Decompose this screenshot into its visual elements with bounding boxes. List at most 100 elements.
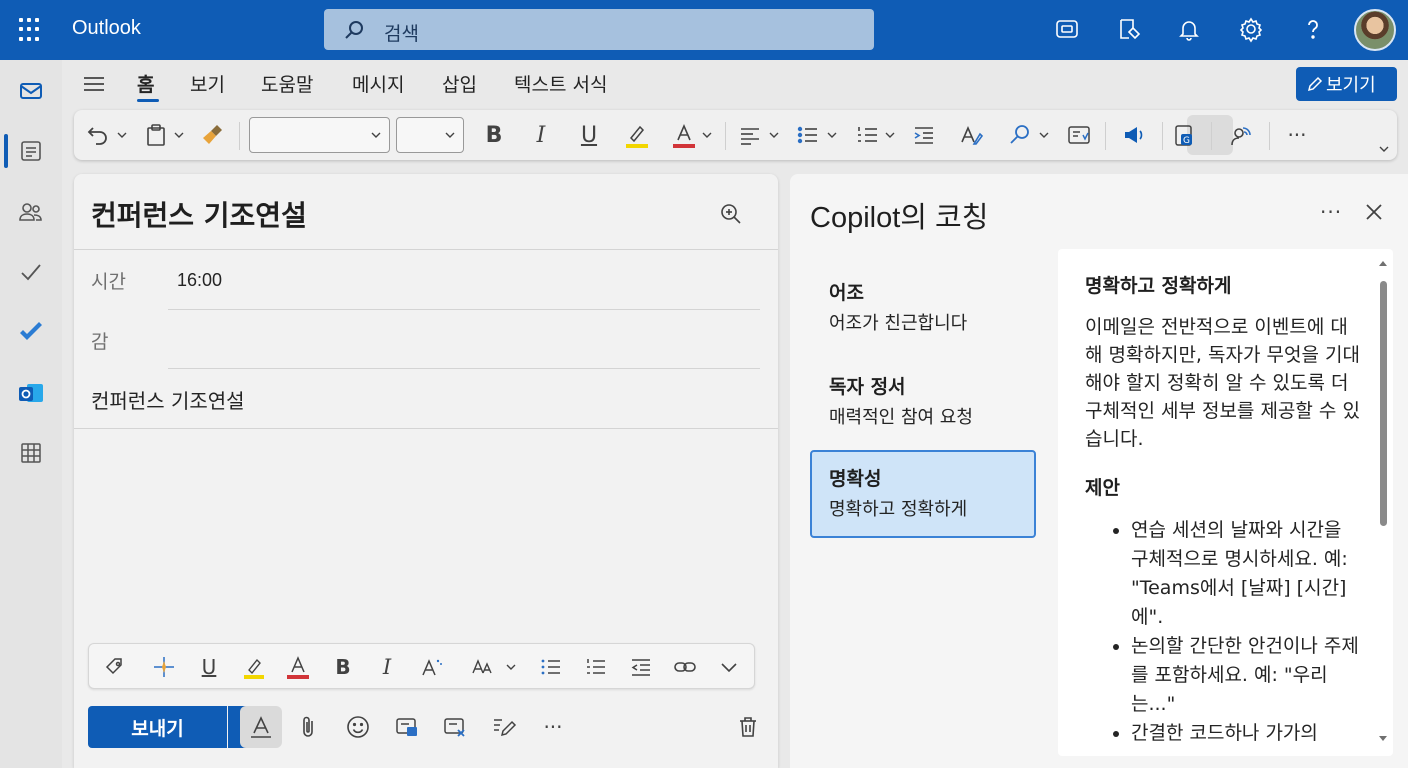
hamburger-menu-icon[interactable] <box>82 74 106 94</box>
people-icon[interactable] <box>17 198 45 226</box>
signature-icon[interactable] <box>389 710 425 744</box>
meet-now-icon[interactable] <box>1053 15 1081 43</box>
indent-icon[interactable] <box>910 120 938 150</box>
format-font-color-icon[interactable] <box>284 653 312 681</box>
calendar-grid-icon[interactable] <box>17 439 45 467</box>
format-italic-button[interactable]: I <box>373 653 401 681</box>
settings-gear-icon[interactable] <box>1237 15 1265 43</box>
copilot-draft-icon[interactable] <box>101 653 129 681</box>
delete-trash-icon[interactable] <box>730 710 766 744</box>
coaching-item-title: 명확성 <box>829 468 882 490</box>
message-body[interactable]: 컨퍼런스 기조연설 <box>91 385 245 414</box>
chevron-down-icon[interactable] <box>702 130 712 140</box>
tab-insert[interactable]: 삽입 <box>442 70 477 97</box>
suggestions-heading: 제안 <box>1085 477 1120 499</box>
font-color-icon[interactable] <box>670 120 698 150</box>
chevron-down-icon[interactable] <box>506 662 516 672</box>
coaching-item-title: 독자 정서 <box>829 376 906 398</box>
font-size-icon[interactable] <box>469 653 497 681</box>
tasks-check-icon[interactable] <box>17 258 45 286</box>
notes-icon[interactable] <box>17 137 45 165</box>
scroll-up-arrow-icon[interactable] <box>1378 259 1388 267</box>
underline-button[interactable]: U <box>575 120 603 150</box>
tab-help[interactable]: 도움말 <box>261 70 313 97</box>
undo-icon[interactable] <box>84 120 112 150</box>
ribbon-more-button[interactable]: ··· <box>1280 120 1314 150</box>
italic-button[interactable]: I <box>527 120 555 150</box>
font-family-dropdown[interactable] <box>249 117 390 153</box>
numbering-icon[interactable] <box>854 120 882 150</box>
mail-icon[interactable] <box>17 77 45 105</box>
highlight-icon[interactable] <box>622 120 650 150</box>
compose-more-button[interactable]: ··· <box>535 710 571 744</box>
app-name[interactable]: Outlook <box>72 17 141 40</box>
whats-new-icon[interactable] <box>1115 15 1143 43</box>
attach-icon[interactable] <box>291 710 327 744</box>
close-icon[interactable] <box>1363 201 1385 223</box>
copilot-title: Copilot의 코칭 <box>810 202 989 234</box>
send-button[interactable]: 보내기 <box>88 706 227 748</box>
divider <box>168 368 760 369</box>
outlook-app-icon[interactable] <box>17 379 45 407</box>
subject-title[interactable]: 컨퍼런스 기조연설 <box>91 194 307 234</box>
ribbon-expand-chevron-icon[interactable] <box>1379 144 1389 154</box>
chevron-down-icon[interactable] <box>117 130 127 140</box>
bullets-icon[interactable] <box>794 120 822 150</box>
format-highlight-icon[interactable] <box>240 653 268 681</box>
format-text-toggle-icon[interactable] <box>243 710 279 744</box>
scroll-down-arrow-icon[interactable] <box>1378 735 1388 743</box>
time-value[interactable]: 16:00 <box>177 270 222 291</box>
compose-pane: 컨퍼런스 기조연설 시간 16:00 감 컨퍼런스 기조연설 U B I 보내기… <box>74 174 778 768</box>
loop-component-icon[interactable]: G <box>1170 120 1198 150</box>
scroll-thumb[interactable] <box>1380 281 1387 526</box>
view-button[interactable]: 보기기 <box>1296 67 1397 101</box>
tab-format-text[interactable]: 텍스트 서식 <box>514 70 607 97</box>
dictate-icon[interactable] <box>1120 120 1148 150</box>
editor-icon[interactable] <box>1065 120 1093 150</box>
chevron-down-icon[interactable] <box>827 130 837 140</box>
ribbon-divider <box>1211 122 1212 150</box>
user-avatar[interactable] <box>1354 9 1396 51</box>
format-painter-icon[interactable] <box>200 120 228 150</box>
chevron-down-icon[interactable] <box>769 130 779 140</box>
chevron-down-icon[interactable] <box>1039 130 1049 140</box>
chevron-down-icon <box>445 132 455 138</box>
format-outdent-icon[interactable] <box>627 653 655 681</box>
search-box[interactable]: 검색 <box>324 9 874 50</box>
link-icon[interactable] <box>671 653 699 681</box>
chevron-down-icon[interactable] <box>174 130 184 140</box>
tab-view[interactable]: 보기 <box>190 70 225 97</box>
format-bullets-icon[interactable] <box>537 653 565 681</box>
clipboard-icon[interactable] <box>142 120 170 150</box>
find-icon[interactable] <box>1006 120 1034 150</box>
font-size-dropdown[interactable] <box>396 117 464 153</box>
styles-icon[interactable] <box>958 120 986 150</box>
format-underline-button[interactable]: U <box>195 653 223 681</box>
text-effects-icon[interactable] <box>418 653 446 681</box>
search-placeholder: 검색 <box>384 23 419 45</box>
tab-message[interactable]: 메시지 <box>352 70 404 97</box>
emoji-icon[interactable] <box>340 710 376 744</box>
coaching-item-tone[interactable]: 어조 어조가 친근합니다 <box>810 264 1036 352</box>
format-expand-chevron-icon[interactable] <box>715 653 743 681</box>
zoom-in-icon[interactable] <box>719 202 743 226</box>
coaching-item-reader-sentiment[interactable]: 독자 정서 매력적인 참여 요청 <box>810 358 1036 446</box>
rewrite-pen-icon[interactable] <box>486 710 522 744</box>
sparkle-icon[interactable] <box>150 653 178 681</box>
help-icon[interactable] <box>1299 15 1327 43</box>
notifications-icon[interactable] <box>1175 15 1203 43</box>
viva-insights-icon[interactable] <box>1227 120 1255 150</box>
discard-draft-icon[interactable] <box>437 710 473 744</box>
app-launcher-icon[interactable] <box>19 18 43 42</box>
bold-button[interactable]: B <box>480 120 508 150</box>
copilot-more-button[interactable]: ··· <box>1320 200 1342 224</box>
detail-scrollbar[interactable] <box>1377 257 1389 747</box>
align-icon[interactable] <box>736 120 764 150</box>
chevron-down-icon[interactable] <box>885 130 895 140</box>
format-numbering-icon[interactable] <box>582 653 610 681</box>
todo-icon[interactable] <box>17 318 45 346</box>
detail-title: 명확하고 정확하게 <box>1085 275 1232 297</box>
coaching-item-clarity[interactable]: 명확성 명확하고 정확하게 <box>810 450 1036 538</box>
format-bold-button[interactable]: B <box>329 653 357 681</box>
tab-home[interactable]: 홈 <box>137 70 154 97</box>
